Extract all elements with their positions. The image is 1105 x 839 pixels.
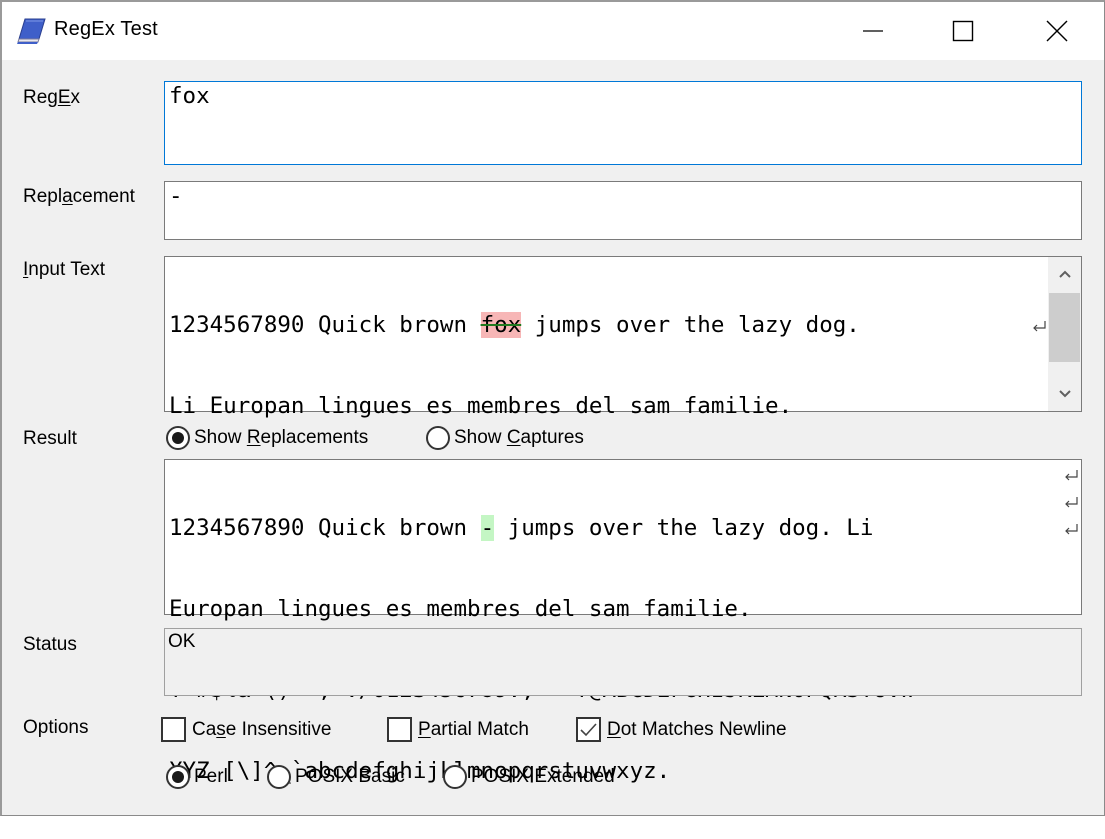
syntax-posix-basic-radio[interactable]: POSIX Basic	[267, 765, 405, 789]
window-title: RegEx Test	[54, 18, 158, 40]
checkbox-unchecked-icon	[387, 717, 412, 742]
syntax-perl-label: Perl	[194, 766, 228, 787]
maximize-icon	[952, 20, 974, 42]
wrap-marker-icon	[1065, 470, 1078, 481]
status-label: Status	[23, 634, 77, 655]
replacement-value: -	[169, 183, 183, 209]
dot-matches-newline-checkbox[interactable]: Dot Matches Newline	[576, 717, 787, 742]
scroll-down-button[interactable]	[1048, 377, 1081, 411]
close-button[interactable]	[1012, 2, 1102, 60]
dialog-body: RegEx fox Replacement - Input Text 12345…	[2, 60, 1104, 815]
regex-input[interactable]: fox	[164, 81, 1082, 165]
syntax-perl-radio[interactable]: Perl	[166, 765, 228, 789]
syntax-posix-extended-label: POSIX Extended	[471, 766, 615, 787]
partial-match-checkbox[interactable]: Partial Match	[387, 717, 529, 742]
chevron-up-icon	[1058, 270, 1071, 278]
replacement-highlight: -	[480, 515, 495, 541]
regex-test-window: RegEx Test RegEx fox Replacement - Input…	[0, 0, 1105, 816]
match-highlight: fox	[480, 312, 522, 338]
dot-matches-newline-label: Dot Matches Newline	[607, 718, 787, 740]
regex-label: RegEx	[23, 87, 81, 108]
show-replacements-label: Show Replacements	[194, 427, 369, 448]
chevron-down-icon	[1058, 390, 1071, 398]
maximize-button[interactable]	[918, 2, 1008, 60]
partial-match-label: Partial Match	[418, 718, 529, 740]
title-bar[interactable]: RegEx Test	[2, 2, 1104, 60]
radio-selected-icon	[166, 765, 190, 789]
options-label: Options	[23, 717, 89, 738]
radio-unselected-icon	[426, 426, 450, 450]
status-box: OK	[164, 628, 1082, 696]
status-value: OK	[168, 631, 196, 652]
case-insensitive-label: Case Insensitive	[192, 718, 332, 740]
checkmark-icon	[580, 723, 597, 737]
show-captures-radio[interactable]: Show Captures	[426, 426, 584, 450]
wrap-marker-icon	[1033, 321, 1046, 332]
result-area[interactable]: 1234567890 Quick brown - jumps over the …	[164, 459, 1082, 784]
show-replacements-radio[interactable]: Show Replacements	[166, 426, 368, 450]
replacement-label: Replacement	[23, 186, 135, 207]
syntax-posix-basic-label: POSIX Basic	[295, 766, 405, 787]
checkbox-unchecked-icon	[161, 717, 186, 742]
radio-selected-icon	[166, 426, 190, 450]
radio-unselected-icon	[443, 765, 467, 789]
result-line: 1234567890 Quick brown - jumps over the …	[169, 515, 874, 541]
input-text-area[interactable]: 1234567890 Quick brown fox jumps over th…	[164, 256, 1082, 662]
input-text-label: Input Text	[23, 259, 106, 280]
show-captures-label: Show Captures	[454, 427, 584, 448]
minimize-icon	[863, 30, 883, 32]
book-icon	[17, 18, 46, 44]
result-label: Result	[23, 428, 77, 449]
scroll-thumb[interactable]	[1049, 293, 1080, 362]
scroll-up-button[interactable]	[1048, 257, 1081, 291]
wrap-marker-icon	[1065, 524, 1078, 535]
close-icon	[1046, 20, 1068, 42]
syntax-posix-extended-radio[interactable]: POSIX Extended	[443, 765, 615, 789]
wrap-marker-icon	[1065, 497, 1078, 508]
minimize-button[interactable]	[828, 2, 918, 60]
checkbox-checked-icon	[576, 717, 601, 742]
case-insensitive-checkbox[interactable]: Case Insensitive	[161, 717, 331, 742]
input-line: 1234567890 Quick brown fox jumps over th…	[169, 312, 860, 338]
regex-value: fox	[169, 83, 210, 109]
replacement-input[interactable]: -	[164, 181, 1082, 240]
result-line: Europan lingues es membres del sam famil…	[169, 596, 752, 622]
input-scrollbar[interactable]	[1048, 257, 1081, 411]
radio-unselected-icon	[267, 765, 291, 789]
input-line: Li Europan lingues es membres del sam fa…	[169, 393, 793, 419]
